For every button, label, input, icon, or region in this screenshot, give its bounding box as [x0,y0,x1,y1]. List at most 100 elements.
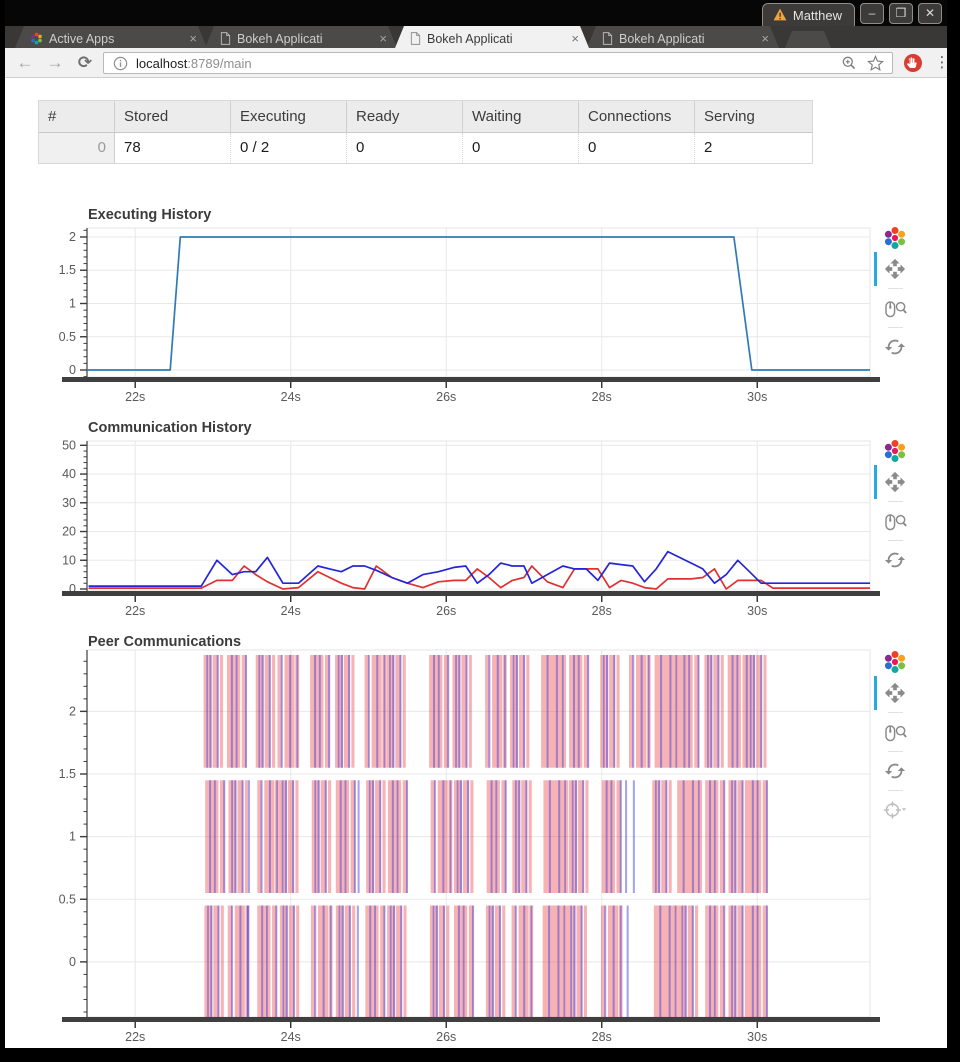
bokeh-logo[interactable] [883,226,907,250]
tab-bokeh-1[interactable]: Bokeh Applicati × [205,26,397,48]
forward-button[interactable]: → [43,51,67,75]
col-header-connections[interactable]: Connections [579,101,695,132]
toolbar-separator [888,327,903,328]
document-icon [602,32,613,45]
wheel-zoom-tool-button[interactable] [882,508,908,534]
toolbar-separator [888,712,903,713]
svg-text:22s: 22s [125,1030,145,1044]
col-header-serving[interactable]: Serving [695,101,811,132]
toolbar-separator [888,288,903,289]
cell-waiting: 0 [463,133,579,163]
bokeh-logo[interactable] [883,650,907,674]
svg-text:0: 0 [69,955,76,969]
chart-title: Peer Communications [88,634,241,650]
tab-close-icon[interactable]: × [377,31,389,46]
svg-text:1.5: 1.5 [59,263,76,277]
peer-communications-plot[interactable]: Peer Communications00.511.5222s24s26s28s… [0,624,950,1048]
wheel-zoom-tool-button[interactable] [882,719,908,745]
svg-text:50: 50 [62,438,76,452]
address-bar[interactable]: localhost:8789/main [103,52,893,74]
reset-tool-button[interactable] [882,758,908,784]
tab-label: Bokeh Applicati [427,32,563,46]
url-host: localhost [136,56,187,71]
hover-tool-button[interactable] [882,797,908,823]
plot-area [87,228,870,377]
reset-tool-button[interactable] [882,547,908,573]
stop-hand-extension-icon[interactable] [903,53,923,73]
browser-menu-icon[interactable]: ⋮ [930,51,954,75]
toolbar-separator [888,540,903,541]
new-tab-button[interactable] [785,31,831,48]
cell-stored: 78 [115,133,231,163]
toolbar-separator [888,751,903,752]
tab-bokeh-3[interactable]: Bokeh Applicati × [587,26,779,48]
svg-text:22s: 22s [125,390,145,404]
document-icon [410,32,421,45]
svg-text:1.5: 1.5 [59,767,76,781]
svg-text:10: 10 [62,553,76,567]
zoom-icon[interactable] [841,55,857,71]
svg-text:24s: 24s [281,1030,301,1044]
status-table: # Stored Executing Ready Waiting Connect… [38,100,813,164]
communication-history-plot[interactable]: Communication History0102030405022s24s26… [0,410,950,620]
svg-text:28s: 28s [592,390,612,404]
plot-area [87,441,870,591]
table-row[interactable]: 0 78 0 / 2 0 0 0 2 [39,133,812,163]
cell-connections: 0 [579,133,695,163]
col-header-index[interactable]: # [39,101,115,132]
warning-icon [773,8,787,21]
pan-tool-button[interactable] [882,680,908,706]
col-header-stored[interactable]: Stored [115,101,231,132]
tab-bokeh-2-active[interactable]: Bokeh Applicati × [395,26,589,48]
bokeh-toolbar-1 [876,226,940,360]
svg-text:26s: 26s [436,390,456,404]
tab-label: Active Apps [49,32,181,46]
tab-close-icon[interactable]: × [569,31,581,46]
wheel-zoom-tool-button[interactable] [882,295,908,321]
profile-chip[interactable]: Matthew [762,3,855,26]
bokeh-toolbar-2 [876,439,940,573]
svg-text:20: 20 [62,525,76,539]
executing-history-plot[interactable]: Executing History00.511.5222s24s26s28s30… [0,195,950,410]
toolbar-separator [888,790,903,791]
tab-close-icon[interactable]: × [187,31,199,46]
profile-name: Matthew [793,8,842,23]
svg-text:30: 30 [62,496,76,510]
bokeh-logo[interactable] [883,439,907,463]
back-button[interactable]: ← [13,51,37,75]
svg-text:2: 2 [69,704,76,718]
svg-text:28s: 28s [592,1030,612,1044]
cell-index: 0 [39,133,115,163]
url-path: :8789/main [187,56,251,71]
svg-text:0: 0 [69,363,76,377]
bookmark-star-icon[interactable] [867,55,884,72]
info-icon[interactable] [113,56,128,71]
reset-tool-button[interactable] [882,334,908,360]
col-header-executing[interactable]: Executing [231,101,347,132]
maximize-button[interactable]: ❒ [889,3,913,24]
window-titlebar: Matthew – ❒ ✕ [5,0,947,26]
svg-text:30s: 30s [747,390,767,404]
svg-text:40: 40 [62,467,76,481]
tab-label: Bokeh Applicati [619,32,753,46]
pan-tool-button[interactable] [882,469,908,495]
svg-text:22s: 22s [125,604,145,618]
pan-tool-button[interactable] [882,256,908,282]
close-button[interactable]: ✕ [918,3,942,24]
tab-active-apps[interactable]: Active Apps × [15,26,207,48]
svg-text:28s: 28s [592,604,612,618]
svg-text:24s: 24s [281,604,301,618]
col-header-ready[interactable]: Ready [347,101,463,132]
tab-strip: Active Apps × Bokeh Applicati × Bokeh Ap… [5,26,947,48]
url-text: localhost:8789/main [136,56,252,71]
document-icon [220,32,231,45]
col-header-waiting[interactable]: Waiting [463,101,579,132]
tab-close-icon[interactable]: × [759,31,771,46]
minimize-button[interactable]: – [860,3,884,24]
svg-text:26s: 26s [436,604,456,618]
desktop: Matthew – ❒ ✕ Active Apps × Bokeh Applic… [0,0,960,1062]
reload-button[interactable]: ⟳ [73,51,97,75]
cell-serving: 2 [695,133,811,163]
chart-title: Communication History [88,420,252,436]
toolbar-separator [888,501,903,502]
